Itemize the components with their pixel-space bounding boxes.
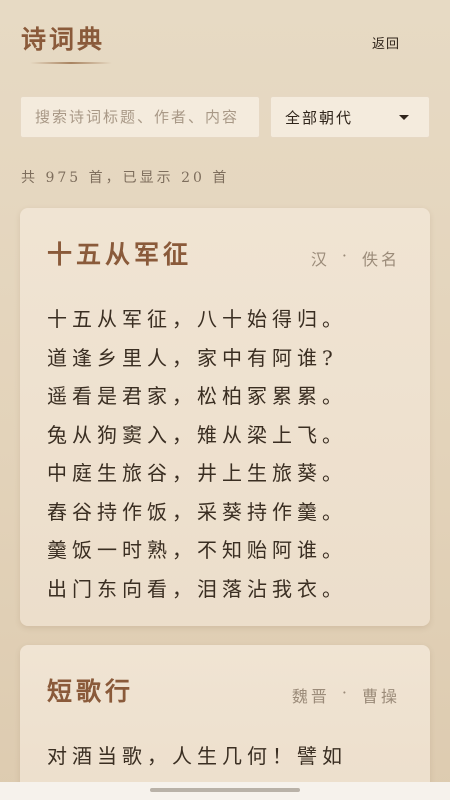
- dynasty-select[interactable]: 全部朝代: [270, 96, 430, 138]
- poem-content: 十五从军征，八十始得归。 道逢乡里人，家中有阿谁? 遥看是君家，松柏冢累累。 兔…: [47, 300, 347, 608]
- poem-title: 短歌行: [47, 677, 135, 706]
- poem-dynasty: 魏晋: [291, 687, 330, 706]
- dynasty-selected-label: 全部朝代: [285, 108, 354, 127]
- poem-line: 遥看是君家，松柏冢累累。: [47, 384, 347, 408]
- meta-separator: ·: [341, 246, 350, 265]
- poem-line: 兔从狗窦入，雉从梁上飞。: [47, 422, 347, 447]
- poem-line: 出门东向看，泪落沾我衣。: [47, 576, 347, 601]
- back-button[interactable]: 返回: [372, 33, 400, 52]
- app-title: 诗词典: [21, 25, 106, 54]
- poem-line: 道逢乡里人，家中有阿谁?: [47, 345, 338, 370]
- poem-author: 佚名: [361, 250, 400, 269]
- poem-line: 羹饭一时熟，不知贻阿谁。: [47, 538, 347, 562]
- poem-author: 曹操: [361, 687, 400, 706]
- app-header: 诗词典 返回: [0, 0, 450, 80]
- title-underline: [30, 62, 112, 64]
- poem-line: 中庭生旅谷，井上生旅葵。: [47, 461, 347, 485]
- poem-line: 对酒当歌，人生几何！譬如: [47, 744, 347, 768]
- poem-line: 舂谷持作饭，采葵持作羹。: [47, 499, 347, 524]
- poem-card[interactable]: 短歌行 魏晋 · 曹操 对酒当歌，人生几何！譬如 朝露，去日苦多。慨当以慷: [20, 645, 430, 800]
- poem-card[interactable]: 十五从军征 汉 · 佚名 十五从军征，八十始得归。 道逢乡里人，家中有阿谁? 遥…: [20, 208, 430, 626]
- poem-meta: 魏晋 · 曹操: [292, 683, 400, 707]
- poem-line: 十五从军征，八十始得归。: [47, 307, 347, 331]
- poem-dynasty: 汉: [310, 250, 330, 269]
- meta-separator: ·: [341, 683, 350, 702]
- result-count: 共 975 首，已显示 20 首: [21, 170, 230, 186]
- search-input[interactable]: [20, 96, 260, 138]
- poem-title: 十五从军征: [47, 240, 193, 269]
- home-indicator[interactable]: [150, 788, 300, 792]
- bottom-bar: [0, 782, 450, 800]
- caret-down-icon: [399, 114, 409, 120]
- poem-meta: 汉 · 佚名: [311, 246, 400, 270]
